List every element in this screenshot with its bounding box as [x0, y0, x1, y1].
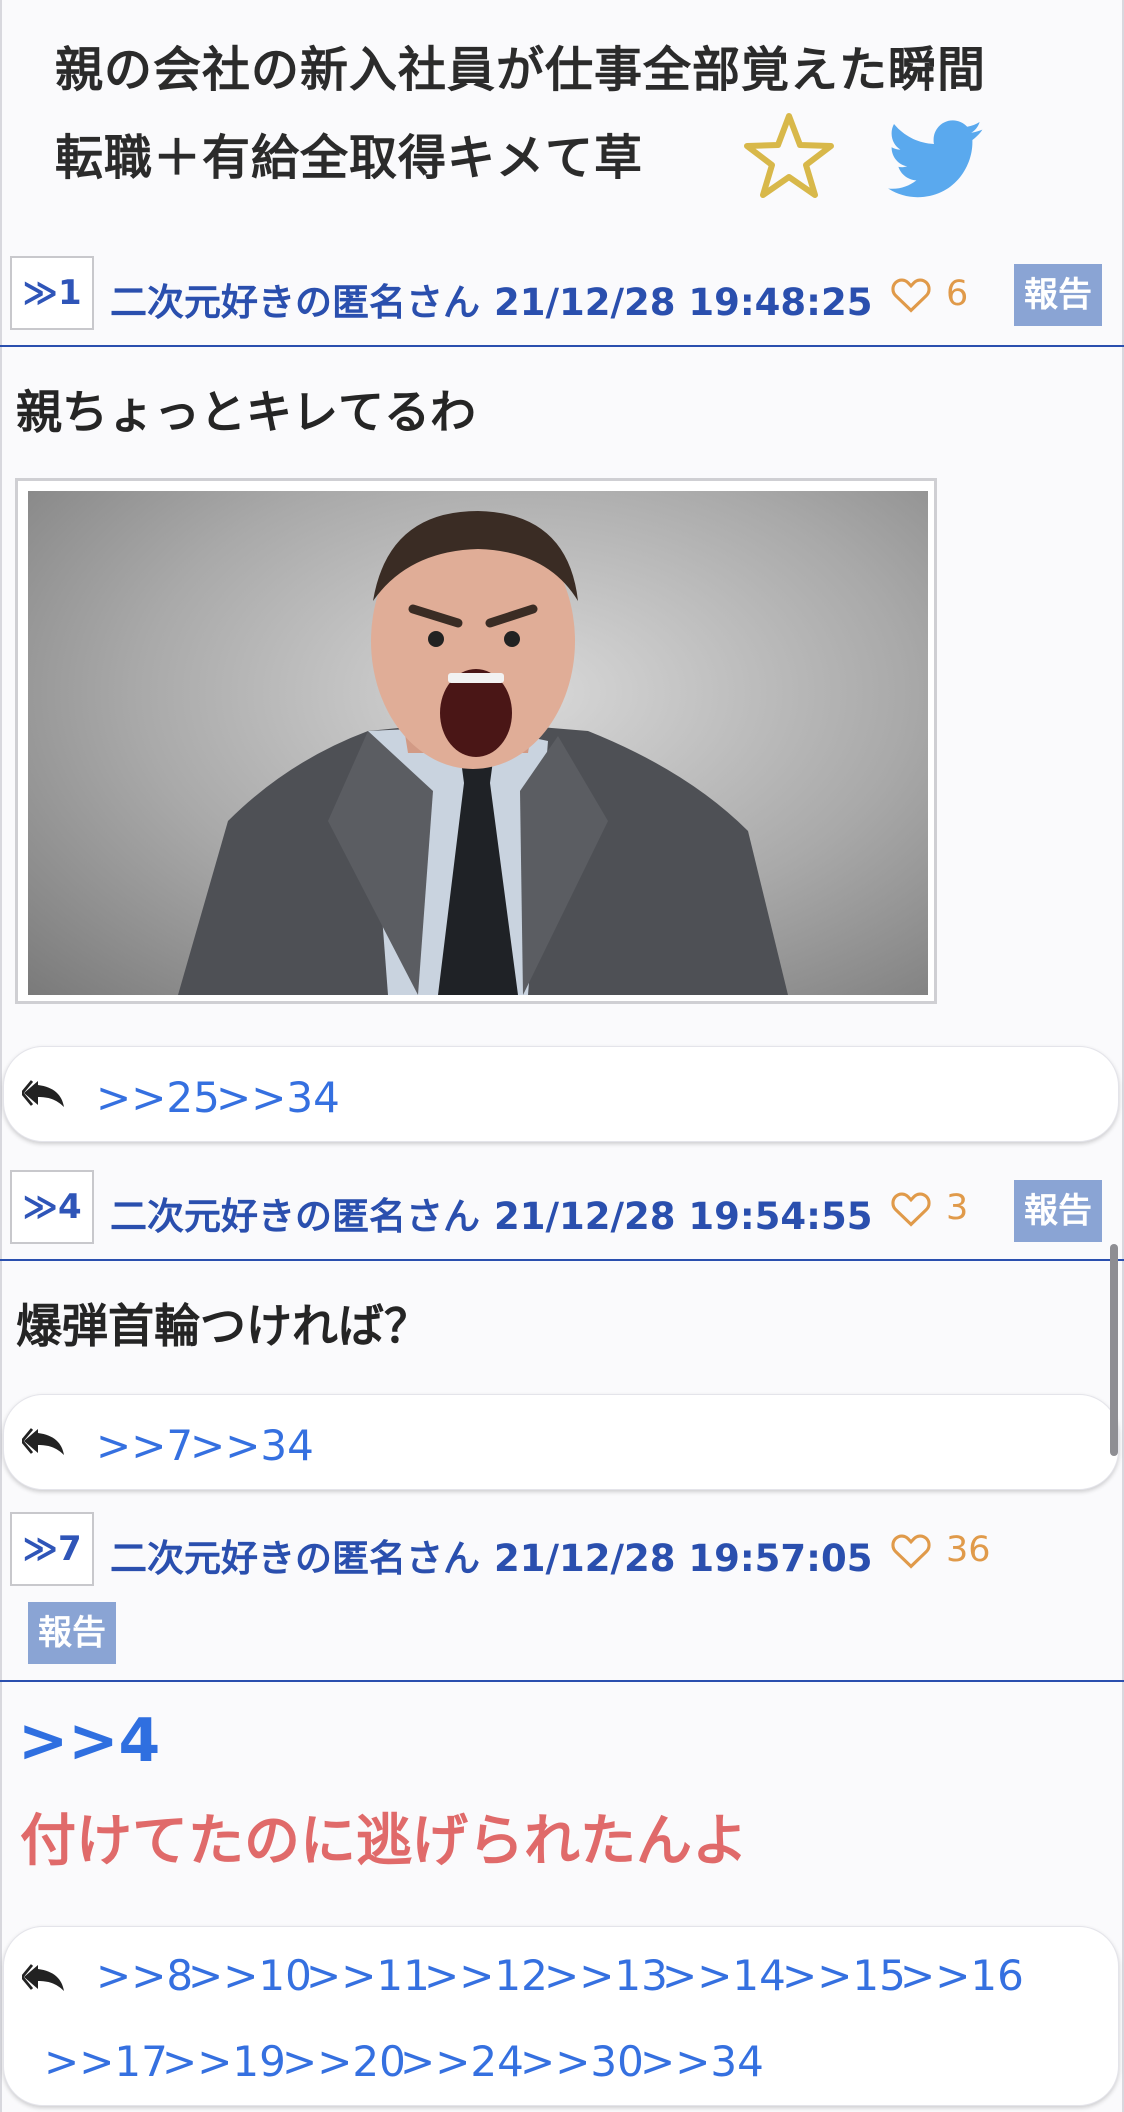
report-button[interactable]: 報告 [1014, 264, 1102, 326]
post-meta: 二次元好きの匿名さん 21/12/28 19:48:25 [110, 272, 872, 326]
post-number-link[interactable]: ≫1 [10, 256, 94, 330]
star-outline-icon[interactable] [742, 110, 836, 200]
reply-link[interactable]: >>19 [162, 2037, 286, 2086]
report-button[interactable]: 報告 [1014, 1180, 1102, 1242]
scrollbar[interactable] [1110, 1244, 1118, 1456]
reply-link[interactable]: >>34 [190, 1421, 314, 1470]
reply-list: >>8 >>10 >>11 >>12 >>13 >>14 >>15 >>16 >… [3, 1926, 1119, 2106]
reply-all-icon [20, 1075, 70, 1115]
reply-link[interactable]: >>16 [900, 1951, 1024, 2000]
heart-outline-icon [891, 1534, 931, 1569]
post-divider [0, 1259, 1124, 1261]
like-button[interactable]: 6 [890, 274, 968, 314]
post-meta: 二次元好きの匿名さん 21/12/28 19:54:55 [110, 1186, 872, 1240]
poster-name: 二次元好きの匿名さん [110, 1537, 480, 1580]
report-button[interactable]: 報告 [28, 1602, 116, 1664]
like-count: 3 [946, 1188, 969, 1228]
twitter-bird-icon[interactable] [888, 120, 984, 200]
post-datetime: 21/12/28 19:48:25 [494, 281, 873, 324]
reply-all-icon [20, 1959, 70, 1999]
like-count: 36 [946, 1530, 991, 1570]
post-divider [0, 1680, 1124, 1682]
like-button[interactable]: 36 [890, 1530, 991, 1570]
heart-outline-icon [891, 1192, 931, 1227]
post-header: ≫7 二次元好きの匿名さん 21/12/28 19:57:05 36 報告 [0, 1510, 1124, 1670]
post-number-link[interactable]: ≫7 [10, 1512, 94, 1586]
reply-all-icon [20, 1423, 70, 1463]
post-meta: 二次元好きの匿名さん 21/12/28 19:57:05 [110, 1528, 872, 1582]
post-number-link[interactable]: ≫4 [10, 1170, 94, 1244]
post-datetime: 21/12/28 19:54:55 [494, 1195, 873, 1238]
post-image[interactable] [15, 478, 937, 1004]
poster-name: 二次元好きの匿名さん [110, 1195, 480, 1238]
post-header: ≫4 二次元好きの匿名さん 21/12/28 19:54:55 3 報告 [0, 1168, 1124, 1258]
reply-link[interactable]: >>20 [282, 2037, 406, 2086]
thread-title-line1: 親の会社の新入社員が仕事全部覚えた瞬間 [55, 42, 987, 98]
reply-link[interactable]: >>7 [96, 1421, 193, 1470]
reply-link[interactable]: >>13 [544, 1951, 668, 2000]
thread-header: 親の会社の新入社員が仕事全部覚えた瞬間 転職＋有給全取得キメて草 [0, 0, 1124, 230]
reply-link[interactable]: >>8 [96, 1951, 193, 2000]
reply-list: >>25 >>34 [3, 1046, 1119, 1142]
reply-link[interactable]: >>30 [520, 2037, 644, 2086]
reply-link[interactable]: >>17 [44, 2037, 168, 2086]
post-body: 付けてたのに逃げられたんよ [20, 1809, 748, 1874]
post-header: ≫1 二次元好きの匿名さん 21/12/28 19:48:25 6 報告 [0, 254, 1124, 344]
reply-link[interactable]: >>14 [662, 1951, 786, 2000]
poster-name: 二次元好きの匿名さん [110, 281, 480, 324]
post-body: 爆弾首輪つければ？ [16, 1299, 430, 1353]
angry-man-photo [28, 491, 928, 995]
reply-link[interactable]: >>15 [782, 1951, 906, 2000]
post-anchor-link[interactable]: >>4 [18, 1706, 160, 1776]
reply-link[interactable]: >>24 [400, 2037, 524, 2086]
like-count: 6 [946, 274, 969, 314]
reply-link[interactable]: >>34 [640, 2037, 764, 2086]
reply-link[interactable]: >>34 [216, 1073, 340, 1122]
reply-link[interactable]: >>10 [188, 1951, 312, 2000]
heart-outline-icon [891, 278, 931, 313]
post-divider [0, 345, 1124, 347]
reply-link[interactable]: >>25 [96, 1073, 220, 1122]
reply-link[interactable]: >>12 [424, 1951, 548, 2000]
post-datetime: 21/12/28 19:57:05 [494, 1537, 873, 1580]
like-button[interactable]: 3 [890, 1188, 968, 1228]
post-body: 親ちょっとキレてるわ [16, 385, 476, 439]
reply-link[interactable]: >>11 [306, 1951, 430, 2000]
reply-list: >>7 >>34 [3, 1394, 1119, 1490]
